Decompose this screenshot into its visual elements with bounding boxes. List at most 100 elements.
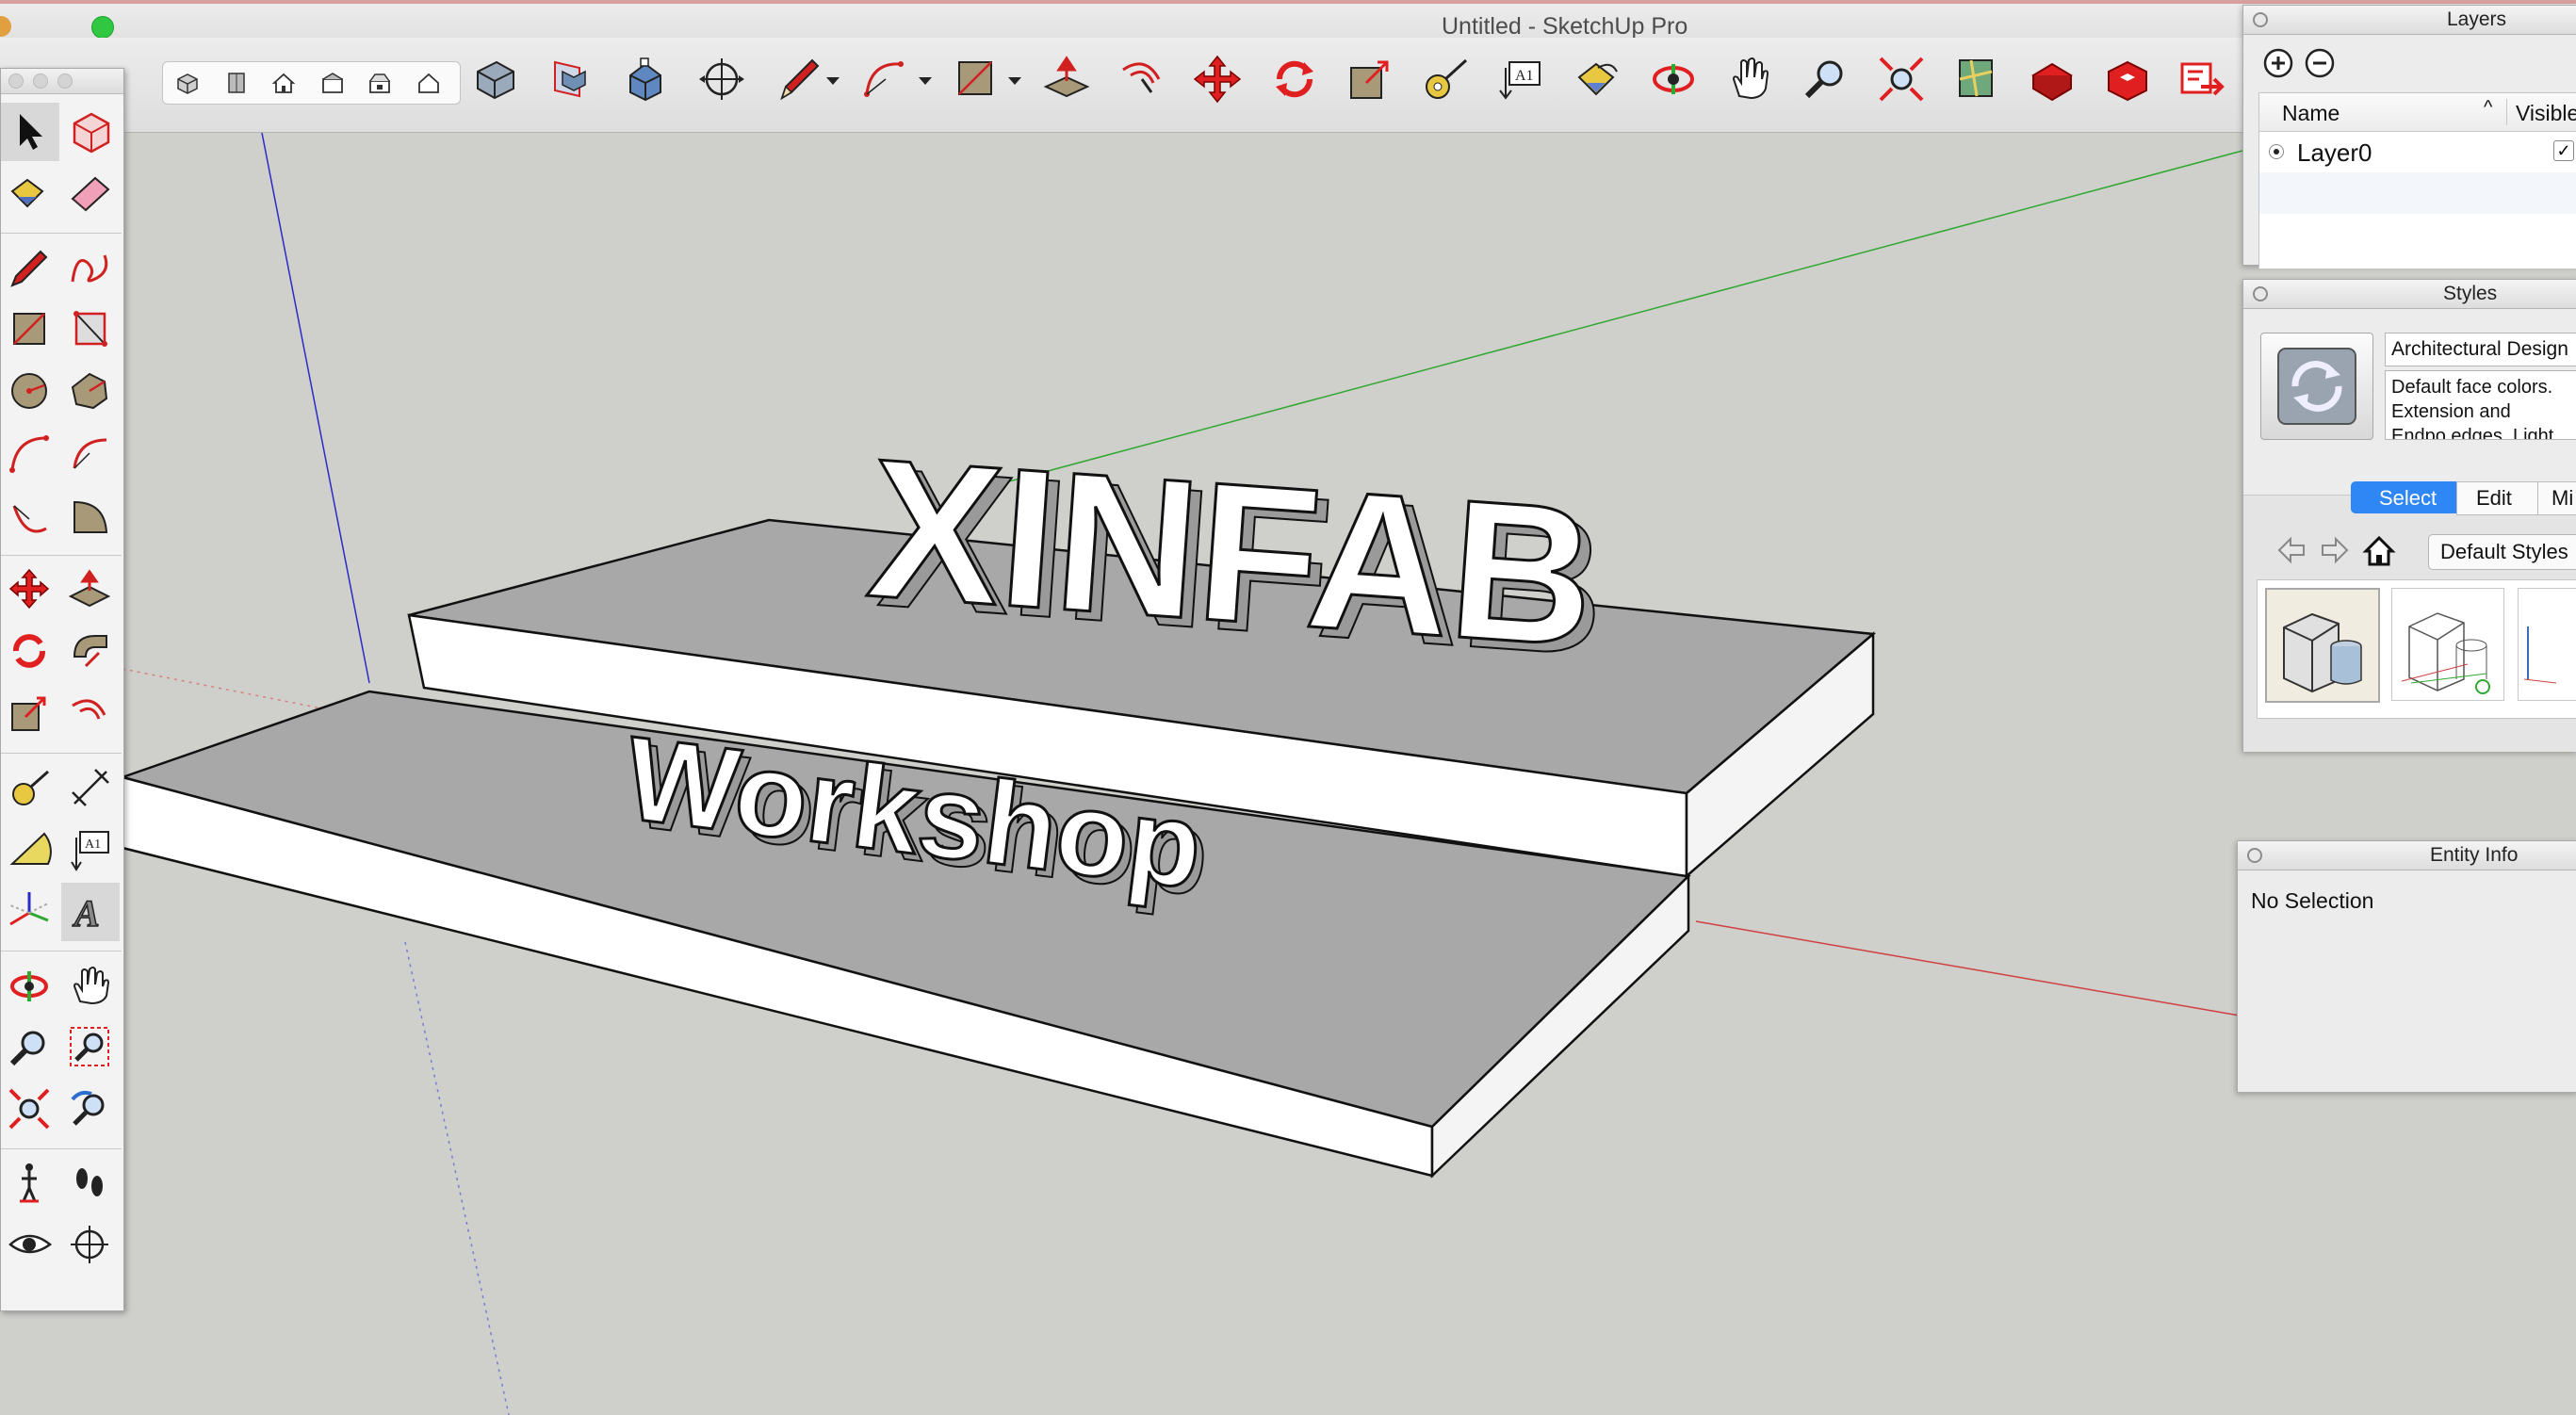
paint-bucket-icon[interactable] [1570,51,1626,107]
back-arrow-icon[interactable] [2275,534,2307,566]
three-point-arc-tool[interactable] [1,487,59,545]
two-point-arc-tool[interactable] [61,425,120,483]
offset-icon[interactable] [1114,51,1170,107]
freehand-tool[interactable] [61,238,120,297]
rotated-rectangle-tool[interactable] [61,301,120,359]
rotate-icon[interactable] [1266,51,1323,107]
active-layer-radio[interactable] [2269,144,2284,159]
tab-select[interactable]: Select [2351,481,2456,513]
delete-layer-icon[interactable] [2304,47,2336,79]
pencil-dropdown-icon[interactable] [826,77,840,85]
style-description-field[interactable]: Default face colors. Extension and Endpo… [2385,370,2576,440]
polygon-tool[interactable] [61,363,120,421]
tape-measure-tool[interactable] [1,758,59,817]
zoom-icon[interactable] [1798,51,1854,107]
add-location-icon[interactable] [1948,51,2005,107]
home-icon[interactable] [2362,534,2396,568]
pie-tool[interactable] [61,487,120,545]
select-tool[interactable] [1,103,59,161]
styles-panel-close-button[interactable] [2253,286,2268,301]
position-camera-tool[interactable] [1,1154,59,1212]
extension-warehouse-icon[interactable] [2099,51,2156,107]
rotate-tool[interactable] [1,623,59,681]
tab-edit[interactable]: Edit [2456,481,2539,515]
pencil-icon[interactable] [771,51,827,107]
arc-icon[interactable] [857,51,914,107]
follow-me-tool[interactable] [61,623,120,681]
zoom-window-tool[interactable] [61,1018,120,1077]
walk-tool[interactable] [61,1154,120,1212]
line-tool[interactable] [1,238,59,297]
eraser-tool[interactable] [61,165,120,223]
axes-tool[interactable] [1,883,59,941]
orbit-view-icon[interactable] [693,51,750,107]
pan-icon[interactable] [1722,51,1779,107]
layer-visible-checkbox[interactable]: ✓ [2553,140,2574,161]
push-pull-icon[interactable] [1038,51,1095,107]
zoom-extents-icon[interactable] [1873,51,1930,107]
layers-name-column-header[interactable]: Name [2282,101,2340,126]
iso-view-icon[interactable] [174,70,201,96]
style-swatch[interactable] [2391,588,2504,701]
layout-send-icon[interactable] [2173,51,2229,107]
layers-panel-close-button[interactable] [2253,12,2268,27]
rectangle-tool[interactable] [1,301,59,359]
scale-icon[interactable] [1342,51,1398,107]
tab-mix[interactable]: Mi [2537,481,2576,515]
previous-view-tool[interactable] [61,1081,120,1139]
arc-tool[interactable] [1,425,59,483]
style-description[interactable]: Default face colors. Extension and Endpo… [2391,375,2570,439]
entity-info-panel-close-button[interactable] [2247,848,2262,863]
look-around-tool[interactable] [1,1216,59,1275]
layers-visible-column-header[interactable]: Visible [2516,101,2576,126]
right-view-icon[interactable] [319,70,346,96]
pan-tool[interactable] [61,956,120,1015]
palette-close-button[interactable] [8,73,24,89]
make-component-tool[interactable] [61,103,120,161]
protractor-tool[interactable] [1,821,59,879]
top-view-icon[interactable] [223,70,250,96]
move-tool[interactable] [1,561,59,619]
circle-tool[interactable] [1,363,59,421]
style-swatch[interactable] [2518,588,2576,701]
rectangle-icon[interactable] [948,51,1004,107]
style-collection-dropdown[interactable]: Default Styles [2428,534,2576,570]
forward-arrow-icon[interactable] [2319,534,2351,566]
left-view-icon[interactable] [416,70,442,96]
orbit-icon[interactable] [1645,51,1702,107]
zoom-extents-tool[interactable] [1,1081,59,1139]
sort-ascending-icon[interactable]: ^ [2484,97,2492,119]
offset-tool[interactable] [61,685,120,743]
3d-warehouse-icon[interactable] [2024,51,2080,107]
push-pull-tool[interactable] [61,561,120,619]
dimension-tool[interactable] [61,758,120,817]
layer-row[interactable]: Layer0 ✓ [2259,131,2576,172]
style-name-field[interactable]: Architectural Design [2385,333,2576,366]
section-orbit-tool[interactable] [61,1216,120,1275]
move-icon[interactable] [1189,51,1246,107]
model-viewport[interactable]: XINFAB XINFAB Workshop Workshop [0,133,2576,1415]
text-tool[interactable]: A1 [61,821,120,879]
style-swatch[interactable] [2265,588,2380,703]
zoom-tool[interactable] [1,1018,59,1077]
window-zoom-button[interactable] [91,16,114,39]
scale-tool[interactable] [1,685,59,743]
style-name[interactable]: Architectural Design [2391,338,2568,361]
orbit-tool[interactable] [1,956,59,1015]
3d-text-tool[interactable]: A [61,883,120,941]
arc-dropdown-icon[interactable] [919,77,932,85]
palette-zoom-button[interactable] [57,73,73,89]
tape-measure-icon[interactable] [1417,51,1474,107]
style-thumbnail[interactable] [2260,333,2373,440]
front-view-icon[interactable] [270,70,297,96]
layer-name[interactable]: Layer0 [2297,138,2372,168]
component-icon[interactable] [617,51,674,107]
add-layer-icon[interactable] [2262,47,2294,79]
text-icon[interactable]: A1 [1494,51,1551,107]
rectangle-dropdown-icon[interactable] [1008,77,1021,85]
xray-style-icon[interactable] [466,51,523,107]
section-plane-icon[interactable] [542,51,598,107]
paint-bucket-tool[interactable] [1,165,59,223]
back-view-icon[interactable] [367,70,393,96]
window-close-button[interactable] [0,16,11,37]
